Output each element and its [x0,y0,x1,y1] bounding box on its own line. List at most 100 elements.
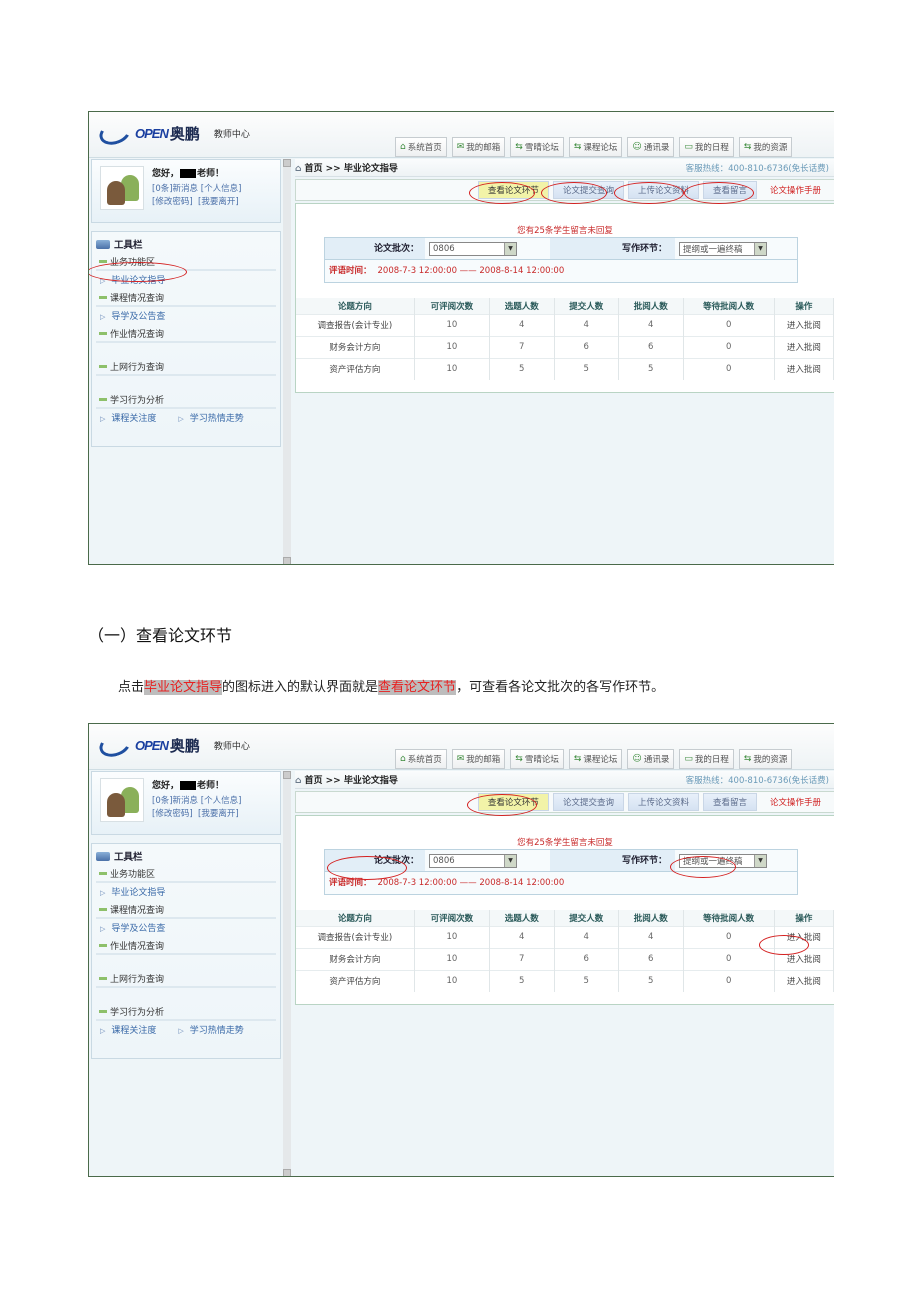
home-icon: ⌂ [400,142,406,152]
table-cell: 5 [489,357,555,380]
triangle-right-icon: ▷ [178,415,184,423]
batch-select[interactable]: 0806 ▼ [429,241,517,256]
toolbar-section[interactable]: 学习行为分析 [96,392,276,409]
toolbar-section[interactable]: 课程情况查询 [96,290,276,307]
nav-tab[interactable]: ⇆ 雪晴论坛 [510,137,564,157]
table-cell: 0 [683,969,775,992]
toolbar-section[interactable]: 学习行为分析 [96,1004,276,1021]
sidebar-splitter[interactable] [283,159,291,564]
nav-tab[interactable]: ⌂ 系统首页 [395,749,447,769]
change-password-link[interactable]: [修改密码] [152,809,193,819]
sub-tab[interactable]: 上传论文资料 [627,793,699,811]
table-cell: 调查报告(会计专业) [296,925,415,948]
nav-tab[interactable]: ⇆ 我的资源 [738,137,793,157]
sub-tab[interactable]: 论文提交查询 [552,793,624,811]
batch-select[interactable]: 0806 ▼ [429,853,517,868]
sub-tabs: 查看论文环节 论文提交查询 上传论文资料 查看留言 论文操作手册 [295,791,834,813]
toolbar-section[interactable]: 作业情况查询 [96,326,276,343]
hotline: 客服热线：400-810-6736(免长话费) [685,163,829,174]
triangle-right-icon: ▷ [100,415,106,423]
toolbar-section[interactable]: 业务功能区 [96,254,276,271]
sidebar-link[interactable]: ▷ 毕业论文指导 [100,885,165,898]
triangle-right-icon: ▷ [100,277,106,285]
chevron-down-icon: ▼ [504,242,516,255]
sub-tab[interactable]: 上传论文资料 [627,181,699,199]
screenshot-1: OPEN 奥鹏 教师中心 ⌂ 系统首页 ✉ 我的邮箱 ⇆ 雪晴论坛 ⇆ 课程论坛 ☺ 通讯录 ▭ 我的… [88,111,834,565]
sidebar-link[interactable]: ▷ 课程关注度 [100,1023,156,1036]
breadcrumb-home[interactable]: 首页 [304,164,322,174]
profile-link[interactable]: [个人信息] [201,796,242,806]
unreplied-notice[interactable]: 您有25条学生留言未回复 [296,836,834,848]
section-heading: （一）查看论文环节 [88,626,233,645]
table-cell: 4 [618,313,684,336]
profile-link[interactable]: [个人信息] [201,184,242,194]
enter-review-link[interactable]: 进入批阅 [774,313,834,336]
nav-tab[interactable]: ⇆ 我的资源 [738,749,793,769]
nav-tab[interactable]: ✉ 我的邮箱 [451,137,506,157]
nav-tab[interactable]: ⇆ 课程论坛 [568,137,623,157]
calendar-icon: ▭ [684,754,693,764]
nav-tab[interactable]: ▭ 我的日程 [679,749,734,769]
column-header: 批阅人数 [618,298,684,314]
toolbar-panel: 工具栏 业务功能区 ▷ 毕业论文指导 课程情况查询 ▷ 导学及公告查 作业情况查询 上网行为查… [91,231,281,447]
greeting: 您好， 老师！ [152,169,225,179]
breadcrumb-home[interactable]: 首页 [304,776,322,786]
table-cell: 5 [618,357,684,380]
stage-select[interactable]: 提纲或一遍终稿 ▼ [679,853,767,868]
toolbar-section[interactable]: 上网行为查询 [96,359,276,376]
change-password-link[interactable]: [修改密码] [152,197,193,207]
instruction-paragraph: 点击毕业论文指导的图标进入的默认界面就是查看论文环节，可查看各论文批次的各写作环… [118,676,664,695]
nav-tab[interactable]: ⇆ 雪晴论坛 [510,749,564,769]
toolbar-section[interactable]: 上网行为查询 [96,971,276,988]
sub-tab[interactable]: 查看论文环节 [477,181,549,199]
batch-label: 论文批次： [325,238,425,259]
enter-review-link[interactable]: 进入批阅 [774,357,834,380]
unreplied-notice[interactable]: 您有25条学生留言未回复 [296,224,834,236]
sub-tab[interactable]: 论文操作手册 [761,181,830,199]
logout-link[interactable]: [我要离开] [198,809,239,819]
enter-review-link[interactable]: 进入批阅 [774,925,834,948]
sidebar-link[interactable]: ▷ 课程关注度 [100,411,156,424]
nav-tab[interactable]: ⌂ 系统首页 [395,137,447,157]
para-text: 的图标进入的默认界面就是 [222,680,379,695]
sidebar-link[interactable]: ▷ 学习热情走势 [178,1023,243,1036]
sub-tab[interactable]: 查看论文环节 [477,793,549,811]
nav-tab[interactable]: ☺ 通讯录 [627,137,675,157]
enter-review-link[interactable]: 进入批阅 [774,335,834,358]
dash-icon [99,977,107,980]
sub-tab[interactable]: 查看留言 [702,793,757,811]
toolbar-section[interactable]: 业务功能区 [96,866,276,883]
sub-tab[interactable]: 查看留言 [702,181,757,199]
review-time: 评语时间： 2008-7-3 12:00:00 —— 2008-8-14 12:0… [329,878,565,888]
nav-tab[interactable]: ▭ 我的日程 [679,137,734,157]
stage-select[interactable]: 提纲或一遍终稿 ▼ [679,241,767,256]
sidebar-link[interactable]: ▷ 导学及公告查 [100,309,165,322]
nav-tab[interactable]: ✉ 我的邮箱 [451,749,506,769]
sidebar-link[interactable]: ▷ 学习热情走势 [178,411,243,424]
toolbar-section[interactable]: 课程情况查询 [96,902,276,919]
sidebar-link[interactable]: ▷ 导学及公告查 [100,921,165,934]
sidebar-splitter[interactable] [283,771,291,1176]
messages-link[interactable]: [0条]新消息 [152,184,198,194]
hotline: 客服热线：400-810-6736(免长话费) [685,775,829,786]
dash-icon [99,1010,107,1013]
nav-tab[interactable]: ⇆ 课程论坛 [568,749,623,769]
enter-review-link[interactable]: 进入批阅 [774,947,834,970]
stage-label: 写作环节： [550,238,675,259]
messages-link[interactable]: [0条]新消息 [152,796,198,806]
logout-link[interactable]: [我要离开] [198,197,239,207]
dash-icon [99,872,107,875]
home-icon: ⌂ [295,776,302,786]
table-cell: 5 [489,969,555,992]
table-cell: 4 [554,925,619,948]
dash-icon [99,260,107,263]
nav-tab[interactable]: ☺ 通讯录 [627,749,675,769]
enter-review-link[interactable]: 进入批阅 [774,969,834,992]
sub-tab[interactable]: 论文提交查询 [552,181,624,199]
filter-form: 论文批次： 0806 ▼ 写作环节： 提纲或一遍终稿 ▼ 评语时间： 2008-7-3… [324,237,798,283]
sub-tab[interactable]: 论文操作手册 [761,793,830,811]
sidebar-link[interactable]: ▷ 毕业论文指导 [100,273,165,286]
toolbar-section[interactable]: 作业情况查询 [96,938,276,955]
dash-icon [99,398,107,401]
column-header: 操作 [774,910,834,926]
